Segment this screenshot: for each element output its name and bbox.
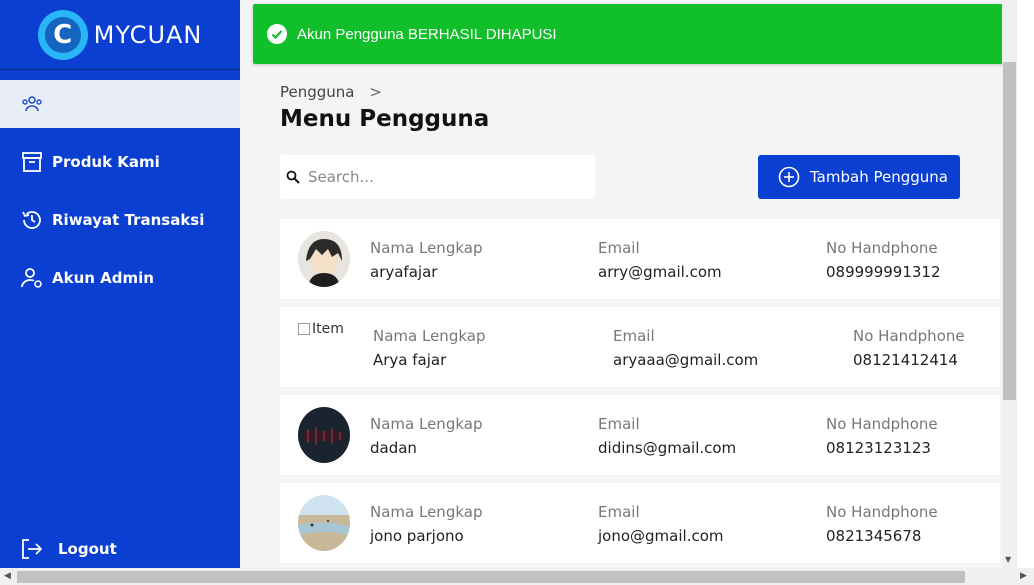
phone-label: No Handphone [826, 415, 938, 433]
sidebar-item-riwayat-transaksi[interactable]: Riwayat Transaksi [0, 196, 240, 244]
avatar [298, 495, 350, 551]
email-value: jono@gmail.com [598, 527, 724, 545]
sidebar-item-pengguna[interactable]: Pengguna [0, 80, 240, 128]
users-icon [22, 96, 42, 112]
logo-letter: C [44, 16, 81, 53]
breadcrumb: Pengguna > [280, 83, 382, 101]
name-value: jono parjono [370, 527, 464, 545]
phone-value: 08123123123 [826, 439, 931, 457]
sidebar-item-label: Riwayat Transaksi [52, 211, 205, 229]
page-title: Menu Pengguna [280, 106, 490, 132]
window-edge [1017, 0, 1034, 585]
phone-column: No Handphone 08121412414 [853, 327, 965, 369]
email-column: Email jono@gmail.com [598, 503, 724, 545]
sidebar-item-label: Pengguna [52, 95, 137, 113]
horizontal-scrollbar-thumb[interactable] [17, 571, 965, 583]
name-label: Nama Lengkap [370, 415, 483, 433]
email-value: aryaaa@gmail.com [613, 351, 759, 369]
logo-text: MYCUAN [93, 20, 203, 49]
phone-value: 0821345678 [826, 527, 922, 545]
name-value: Arya fajar [373, 351, 447, 369]
user-card[interactable]: Nama Lengkap dadan Email didins@gmail.co… [280, 395, 1000, 475]
add-user-button[interactable]: Tambah Pengguna [758, 155, 960, 199]
sidebar-item-label: Akun Admin [52, 269, 154, 287]
email-label: Email [598, 239, 640, 257]
search-icon [286, 170, 300, 184]
email-label: Email [598, 503, 640, 521]
toast-message: Akun Pengguna BERHASIL DIHAPUSI [297, 25, 557, 43]
logo-mark: C [37, 9, 88, 60]
email-value: arry@gmail.com [598, 263, 722, 281]
email-label: Email [613, 327, 655, 345]
email-column: Email arry@gmail.com [598, 239, 722, 281]
logout-icon [22, 539, 43, 559]
vertical-scrollbar-thumb[interactable] [1003, 62, 1016, 400]
phone-label: No Handphone [826, 239, 938, 257]
logout-label: Logout [58, 540, 117, 558]
name-column: Nama Lengkap Arya fajar [373, 327, 485, 369]
history-clock-icon [22, 211, 41, 229]
success-toast[interactable]: Akun Pengguna BERHASIL DIHAPUSI [253, 4, 1017, 64]
breadcrumb-item[interactable]: Pengguna [280, 83, 355, 101]
main-content: Pengguna > Menu Pengguna Tambah Pengguna… [240, 0, 1002, 568]
user-gear-icon [21, 268, 42, 288]
name-value: dadan [370, 439, 417, 457]
name-label: Nama Lengkap [370, 503, 483, 521]
scroll-left-arrow-icon[interactable]: ◀ [4, 571, 11, 581]
sidebar-nav: Pengguna Produk Kami Riwayat Transaksi A… [0, 80, 240, 302]
breadcrumb-separator: > [369, 83, 382, 101]
name-column: Nama Lengkap dadan [370, 415, 482, 457]
phone-value: 08121412414 [853, 351, 958, 369]
email-column: Email aryaaa@gmail.com [613, 327, 758, 369]
scroll-down-arrow-icon[interactable]: ▼ [1005, 555, 1011, 564]
email-label: Email [598, 415, 640, 433]
sidebar-item-akun-admin[interactable]: Akun Admin [0, 254, 240, 302]
search-input[interactable] [308, 168, 568, 186]
user-card[interactable]: Nama Lengkap aryafajar Email arry@gmail.… [280, 219, 1000, 299]
archive-box-icon [22, 152, 42, 172]
sidebar-item-produk-kami[interactable]: Produk Kami [0, 138, 240, 186]
add-user-label: Tambah Pengguna [810, 168, 948, 186]
phone-label: No Handphone [826, 503, 938, 521]
user-card[interactable]: Nama Lengkap jono parjono Email jono@gma… [280, 483, 1000, 563]
phone-column: No Handphone 0821345678 [826, 503, 938, 545]
logo[interactable]: C MYCUAN [0, 0, 240, 70]
user-card[interactable]: Item Nama Lengkap Arya fajar Email aryaa… [280, 307, 1000, 387]
phone-column: No Handphone 089999991312 [826, 239, 941, 281]
phone-column: No Handphone 08123123123 [826, 415, 938, 457]
avatar [298, 231, 350, 287]
name-value: aryafajar [370, 263, 438, 281]
phone-label: No Handphone [853, 327, 965, 345]
broken-image-icon: Item [298, 321, 344, 337]
plus-circle-icon [778, 166, 800, 188]
email-value: didins@gmail.com [598, 439, 737, 457]
name-label: Nama Lengkap [373, 327, 486, 345]
name-label: Nama Lengkap [370, 239, 483, 257]
avatar [298, 407, 350, 463]
logout-button[interactable]: Logout [20, 538, 117, 560]
phone-value: 089999991312 [826, 263, 941, 281]
avatar-alt-text: Item [312, 321, 344, 337]
name-column: Nama Lengkap jono parjono [370, 503, 482, 545]
sidebar: C MYCUAN Pengguna Produk Kami Riwayat Tr… [0, 0, 240, 568]
search-box[interactable] [280, 155, 595, 199]
check-circle-icon [267, 24, 287, 44]
name-column: Nama Lengkap aryafajar [370, 239, 482, 281]
email-column: Email didins@gmail.com [598, 415, 736, 457]
scroll-right-arrow-icon[interactable]: ▶ [1020, 571, 1027, 581]
sidebar-item-label: Produk Kami [52, 153, 160, 171]
